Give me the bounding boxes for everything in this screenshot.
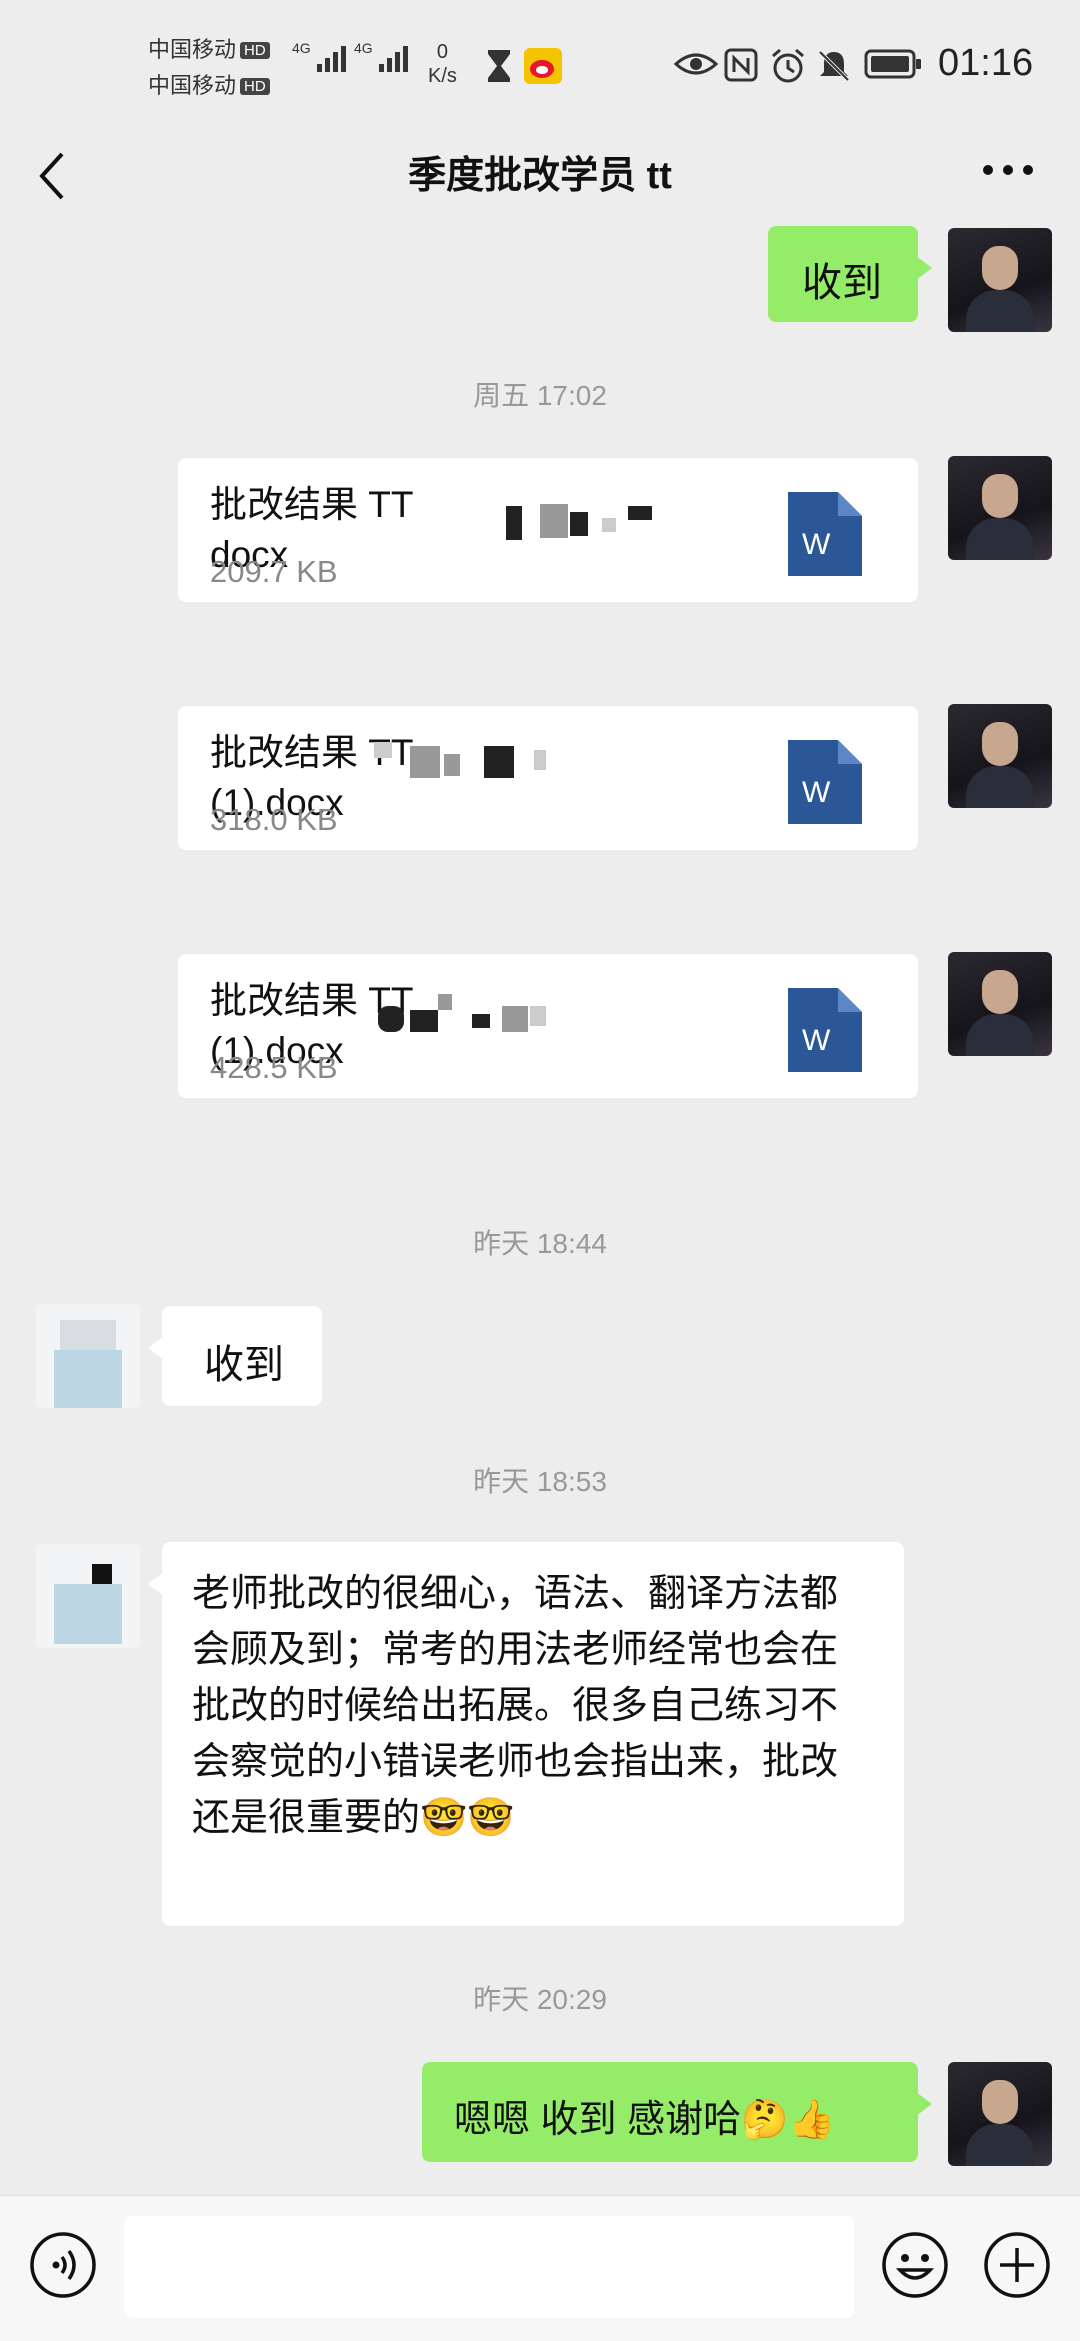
contact-avatar[interactable] bbox=[36, 1304, 140, 1408]
input-bar bbox=[0, 2195, 1080, 2341]
file-message[interactable]: 批改结果 TT (1).docx 318.0 KB W bbox=[178, 706, 918, 850]
clock: 01:16 bbox=[938, 42, 1034, 84]
nfc-icon bbox=[724, 48, 758, 82]
timestamp: 昨天 18:44 bbox=[473, 1228, 607, 1259]
file-message[interactable]: 批改结果 TT docx 209.7 KB W bbox=[178, 458, 918, 602]
chat-title: 季度批改学员 tt bbox=[408, 155, 672, 197]
message-text: 收到 bbox=[802, 261, 882, 305]
svg-text:W: W bbox=[802, 776, 831, 809]
contact-avatar[interactable] bbox=[36, 1544, 140, 1648]
message-bubble-sent[interactable]: 嗯嗯 收到 感谢哈🤔👍 bbox=[422, 2062, 932, 2162]
net-speed: 0 K/s bbox=[428, 41, 457, 87]
redaction-block bbox=[534, 750, 546, 770]
eye-icon bbox=[674, 53, 718, 75]
redaction-block bbox=[628, 506, 652, 520]
my-avatar[interactable] bbox=[948, 952, 1052, 1056]
file-size: 318.0 KB bbox=[210, 802, 338, 837]
signal-icon-1: 4G bbox=[292, 40, 357, 76]
message-text: 收到 bbox=[204, 1343, 284, 1387]
my-avatar[interactable] bbox=[948, 704, 1052, 808]
timestamp: 昨天 18:53 bbox=[473, 1466, 607, 1497]
redaction-block bbox=[410, 746, 440, 778]
battery-icon bbox=[864, 49, 921, 79]
redaction-block bbox=[502, 1006, 528, 1032]
signal-icon-2: 4G bbox=[354, 40, 419, 76]
redaction-block bbox=[472, 1014, 490, 1028]
word-doc-icon: W bbox=[788, 492, 862, 576]
word-doc-icon: W bbox=[788, 988, 862, 1072]
redaction-block bbox=[378, 1006, 404, 1032]
message-bubble-received[interactable]: 收到 bbox=[148, 1306, 322, 1406]
voice-icon[interactable] bbox=[28, 2230, 98, 2300]
redaction-block bbox=[484, 746, 514, 778]
carrier-1: 中国移动 HD bbox=[148, 32, 270, 64]
redaction-block bbox=[530, 1006, 546, 1026]
file-size: 209.7 KB bbox=[210, 554, 338, 589]
hourglass-icon bbox=[488, 50, 510, 82]
carrier-2: 中国移动 HD bbox=[148, 68, 270, 100]
chat-header: 季度批改学员 tt bbox=[0, 130, 1080, 230]
redaction-block bbox=[444, 754, 460, 776]
redaction-block bbox=[410, 1010, 438, 1032]
redaction-block bbox=[506, 506, 522, 540]
alarm-icon bbox=[772, 48, 804, 83]
emoji-icon[interactable] bbox=[880, 2230, 950, 2300]
my-avatar[interactable] bbox=[948, 2062, 1052, 2166]
timestamp: 昨天 20:29 bbox=[473, 1984, 607, 2015]
mute-icon bbox=[818, 50, 850, 82]
my-avatar[interactable] bbox=[948, 228, 1052, 332]
my-avatar[interactable] bbox=[948, 456, 1052, 560]
message-bubble-received[interactable]: 老师批改的很细心，语法、翻译方法都会顾及到；常考的用法老师经常也会在批改的时候给… bbox=[148, 1542, 904, 1926]
file-message[interactable]: 批改结果 TT (1).docx 428.5 KB W bbox=[178, 954, 918, 1098]
add-icon[interactable] bbox=[982, 2230, 1052, 2300]
redaction-block bbox=[438, 994, 452, 1010]
file-size: 428.5 KB bbox=[210, 1050, 338, 1085]
redaction-block bbox=[374, 742, 392, 758]
status-bar: 中国移动 HD 中国移动 HD 4G 4G 0 K/s 01:16 bbox=[0, 0, 1080, 130]
weibo-icon bbox=[524, 48, 562, 84]
more-icon[interactable] bbox=[980, 162, 1036, 178]
redaction-block bbox=[570, 512, 588, 536]
redaction-block bbox=[602, 518, 616, 532]
message-bubble-sent[interactable]: 收到 bbox=[768, 226, 932, 322]
svg-text:W: W bbox=[802, 528, 831, 561]
message-text: 嗯嗯 收到 感谢哈🤔👍 bbox=[454, 2099, 836, 2141]
message-input[interactable] bbox=[124, 2216, 854, 2318]
word-doc-icon: W bbox=[788, 740, 862, 824]
timestamp: 周五 17:02 bbox=[473, 380, 607, 411]
message-text: 老师批改的很细心，语法、翻译方法都会顾及到；常考的用法老师经常也会在批改的时候给… bbox=[192, 1573, 839, 1839]
redaction-block bbox=[540, 504, 568, 538]
svg-text:W: W bbox=[802, 1024, 831, 1057]
